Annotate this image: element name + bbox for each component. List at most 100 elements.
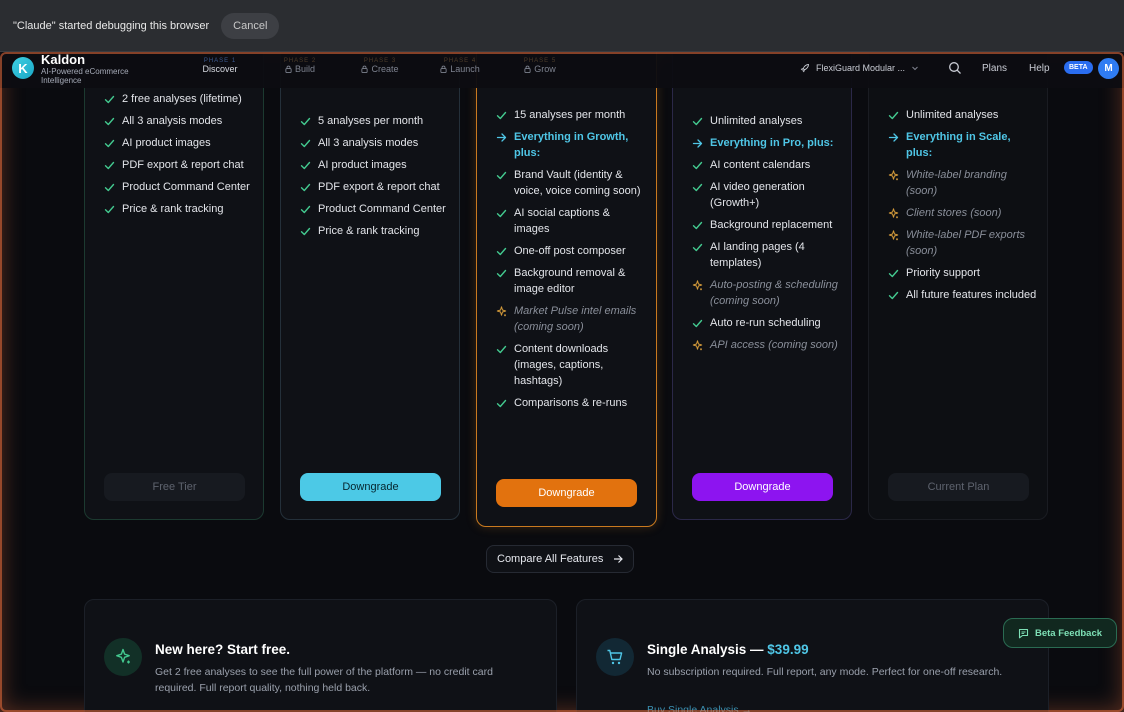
sparkle-icon [692, 280, 703, 291]
search-icon[interactable] [948, 61, 962, 75]
current-plan-button[interactable]: Current Plan [888, 473, 1029, 501]
project-selector[interactable]: FlexiGuard Modular ... [792, 58, 927, 78]
cancel-debug-button[interactable]: Cancel [221, 12, 280, 39]
feature-item: All future features included [888, 287, 1038, 303]
feature-item: Unlimited analyses [888, 107, 1038, 123]
feature-text: Background replacement [710, 219, 833, 231]
check-icon [496, 399, 507, 408]
check-icon [496, 247, 507, 256]
feature-item: AI video generation (Growth+) [692, 179, 842, 211]
feature-list: Unlimited analyses Everything in Scale, p… [888, 107, 1038, 309]
phase-nav: PHASE 1 Discover PHASE 2 Build PHASE 3 C… [180, 58, 580, 74]
feature-text: All 3 analysis modes [318, 137, 419, 149]
feature-item: Unlimited analyses [692, 113, 842, 129]
feature-text: Unlimited analyses [710, 115, 803, 127]
feature-item: Everything in Pro, plus: [692, 135, 842, 151]
feature-item: AI product images [104, 135, 254, 151]
check-icon [692, 319, 703, 328]
check-icon [888, 269, 899, 278]
feature-text: White-label PDF exports (soon) [906, 229, 1026, 257]
arrow-right-icon [692, 139, 703, 148]
phase-tab-discover[interactable]: PHASE 1 Discover [180, 58, 260, 74]
help-link[interactable]: Help [1029, 63, 1050, 74]
brand-name: Kaldon [41, 52, 86, 67]
free-tier-button[interactable]: Free Tier [104, 473, 245, 501]
brand: Kaldon AI-Powered eCommerce Intelligence [41, 52, 141, 85]
feature-text: White-label branding (soon) [906, 169, 1007, 197]
feature-text: AI product images [122, 137, 211, 149]
promo-free-desc: Get 2 free analyses to see the full powe… [155, 666, 493, 694]
plan-card-free: 2 free analyses (lifetime) All 3 analysis… [84, 52, 264, 520]
app-window: K Kaldon AI-Powered eCommerce Intelligen… [0, 52, 1124, 712]
feature-item: Priority support [888, 265, 1038, 281]
feature-item: PDF export & report chat [300, 179, 450, 195]
feature-item: Product Command Center [300, 201, 450, 217]
sparkle-icon [888, 208, 899, 219]
phase-label: Build [294, 64, 315, 74]
lock-icon [440, 65, 447, 73]
downgrade-scale-button[interactable]: Downgrade [692, 473, 833, 501]
plan-card-scale: Unlimited analyses Everything in Pro, plu… [672, 52, 852, 520]
phase-label: Discover [202, 64, 238, 74]
sparkle-icon [888, 170, 899, 181]
promo-start-free: New here? Start free. Get 2 free analyse… [84, 599, 557, 712]
feature-item: Price & rank tracking [300, 223, 450, 239]
sparkle-icon [692, 340, 703, 351]
chat-icon [1018, 628, 1029, 638]
feature-item: 15 analyses per month [496, 107, 646, 123]
feature-text: All 3 analysis modes [122, 115, 223, 127]
feature-item: Price & rank tracking [104, 201, 254, 217]
feature-text: Everything in Scale, plus: [906, 131, 1011, 159]
feature-text: Price & rank tracking [318, 225, 420, 237]
check-icon [300, 139, 311, 148]
check-icon [104, 161, 115, 170]
phase-tab-grow[interactable]: PHASE 5 Grow [500, 58, 580, 74]
feature-text: AI video generation (Growth+) [710, 181, 805, 209]
phase-label: Create [371, 64, 399, 74]
check-icon [300, 205, 311, 214]
feature-item: Auto re-run scheduling [692, 315, 842, 331]
feature-item: All 3 analysis modes [300, 135, 450, 151]
feature-text: Priority support [906, 267, 980, 279]
feature-text: 5 analyses per month [318, 115, 424, 127]
kaldon-logo-icon[interactable]: K [12, 57, 34, 79]
check-icon [692, 183, 703, 192]
check-icon [104, 139, 115, 148]
buy-single-analysis-link[interactable]: Buy Single Analysis → [647, 704, 752, 712]
feature-list: 15 analyses per month Everything in Growt… [496, 107, 646, 417]
promo-single-title-text: Single Analysis — [647, 642, 768, 657]
check-icon [496, 345, 507, 354]
plan-card-pro: 15 analyses per month Everything in Growt… [476, 52, 657, 527]
feature-item: Background replacement [692, 217, 842, 233]
arrow-right-icon [614, 555, 624, 563]
beta-feedback-label: Beta Feedback [1034, 627, 1103, 639]
avatar[interactable]: M [1098, 58, 1119, 79]
downgrade-pro-button[interactable]: Downgrade [496, 479, 637, 507]
beta-feedback-button[interactable]: Beta Feedback [1003, 618, 1117, 648]
phase-tab-launch[interactable]: PHASE 4 Launch [420, 58, 500, 74]
feature-text: AI social captions & images [514, 207, 610, 235]
phase-tab-create[interactable]: PHASE 3 Create [340, 58, 420, 74]
plans-link[interactable]: Plans [982, 63, 1007, 74]
promo-single-analysis: Single Analysis — $39.99 No subscription… [576, 599, 1049, 712]
feature-text: AI content calendars [710, 159, 811, 171]
check-icon [300, 161, 311, 170]
feature-text: One-off post composer [514, 245, 626, 257]
rocket-icon [800, 64, 809, 73]
promo-single-title: Single Analysis — $39.99 [647, 642, 809, 657]
check-icon [300, 183, 311, 192]
check-icon [692, 117, 703, 126]
arrow-right-icon [496, 133, 507, 142]
check-icon [692, 243, 703, 252]
phase-label: Launch [450, 64, 480, 74]
phase-tab-build[interactable]: PHASE 2 Build [260, 58, 340, 74]
compare-features-button[interactable]: Compare All Features [486, 545, 635, 573]
cart-badge [596, 638, 634, 676]
check-icon [104, 183, 115, 192]
project-name: FlexiGuard Modular ... [816, 63, 906, 73]
lock-icon [361, 65, 369, 73]
feature-item: API access (coming soon) [692, 337, 842, 353]
feature-text: API access (coming soon) [710, 339, 838, 351]
check-icon [888, 111, 899, 120]
downgrade-growth-button[interactable]: Downgrade [300, 473, 441, 501]
